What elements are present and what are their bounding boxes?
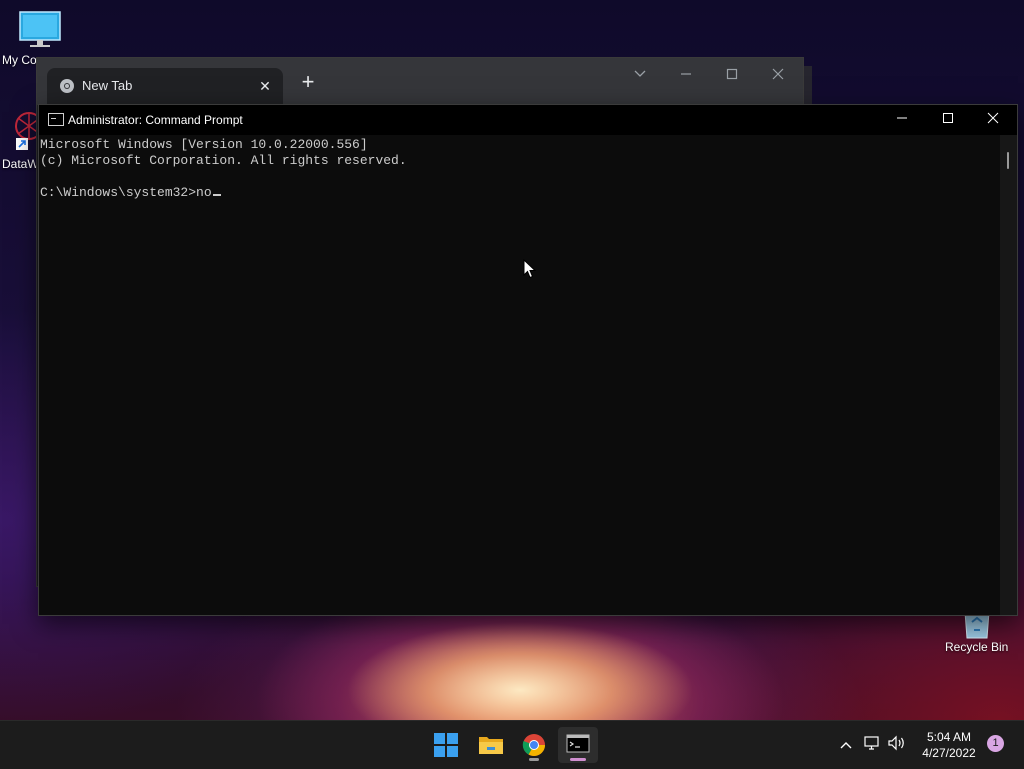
chrome-tab-new-tab[interactable]: New Tab ✕: [47, 68, 283, 105]
taskbar-clock[interactable]: 5:04 AM 4/27/2022: [914, 729, 984, 761]
cmd-minimize-icon[interactable]: [879, 105, 925, 135]
chrome-tab-strip[interactable]: New Tab ✕ +: [37, 58, 803, 105]
network-icon[interactable]: [862, 735, 882, 755]
taskbar-chrome[interactable]: [514, 727, 554, 763]
terminal-icon: [566, 734, 590, 753]
console-line: (c) Microsoft Corporation. All rights re…: [40, 153, 407, 168]
cmd-window-title: Administrator: Command Prompt: [68, 113, 243, 127]
windows-logo-icon: [434, 733, 458, 757]
taskbar: 5:04 AM 4/27/2022 1: [0, 720, 1024, 769]
console-prompt-text: C:\Windows\system32>no: [40, 185, 212, 200]
app-running-indicator: [529, 758, 539, 761]
command-prompt-window[interactable]: Administrator: Command Prompt Microsoft …: [38, 104, 1018, 616]
text-cursor: [212, 194, 221, 196]
clock-date: 4/27/2022: [922, 746, 976, 760]
cmd-console-output[interactable]: Microsoft Windows [Version 10.0.22000.55…: [40, 137, 1000, 609]
desktop-icon-label: Recycle Bin: [945, 640, 1009, 654]
cmd-close-icon[interactable]: [970, 105, 1016, 135]
show-hidden-icons-chevron-up-icon[interactable]: [836, 735, 856, 755]
monitor-icon: [19, 11, 61, 47]
chrome-tab-title: New Tab: [82, 78, 133, 93]
console-prompt-line[interactable]: C:\Windows\system32>no: [40, 185, 1000, 201]
chrome-minimize-icon[interactable]: [666, 62, 706, 88]
folder-icon: [479, 737, 503, 754]
notification-badge[interactable]: 1: [987, 735, 1004, 752]
chrome-close-icon[interactable]: [758, 62, 798, 88]
cmd-app-icon: [48, 113, 64, 126]
start-button[interactable]: [426, 727, 466, 763]
console-line: Microsoft Windows [Version 10.0.22000.55…: [40, 137, 368, 152]
cmd-maximize-icon[interactable]: [925, 105, 971, 135]
new-tab-button[interactable]: +: [295, 70, 321, 96]
clock-time: 5:04 AM: [926, 730, 972, 744]
taskbar-command-prompt[interactable]: [558, 727, 598, 763]
chrome-icon: [522, 734, 545, 756]
tab-search-icon[interactable]: [620, 62, 660, 88]
volume-icon[interactable]: [887, 735, 907, 755]
scrollbar-thumb[interactable]: [1007, 152, 1009, 169]
cmd-title-bar[interactable]: Administrator: Command Prompt: [39, 105, 1017, 135]
mouse-pointer-icon: [523, 259, 537, 279]
chrome-favicon-icon: [60, 79, 74, 93]
tab-close-icon[interactable]: ✕: [255, 76, 275, 96]
desktop-icon-recycle-bin[interactable]: Recycle Bin: [945, 612, 1008, 654]
recycle-bin-icon: [964, 612, 990, 639]
taskbar-file-explorer[interactable]: [470, 727, 510, 763]
cmd-scrollbar[interactable]: [1000, 135, 1017, 615]
app-active-indicator: [570, 758, 586, 761]
chrome-maximize-icon[interactable]: [712, 62, 752, 88]
